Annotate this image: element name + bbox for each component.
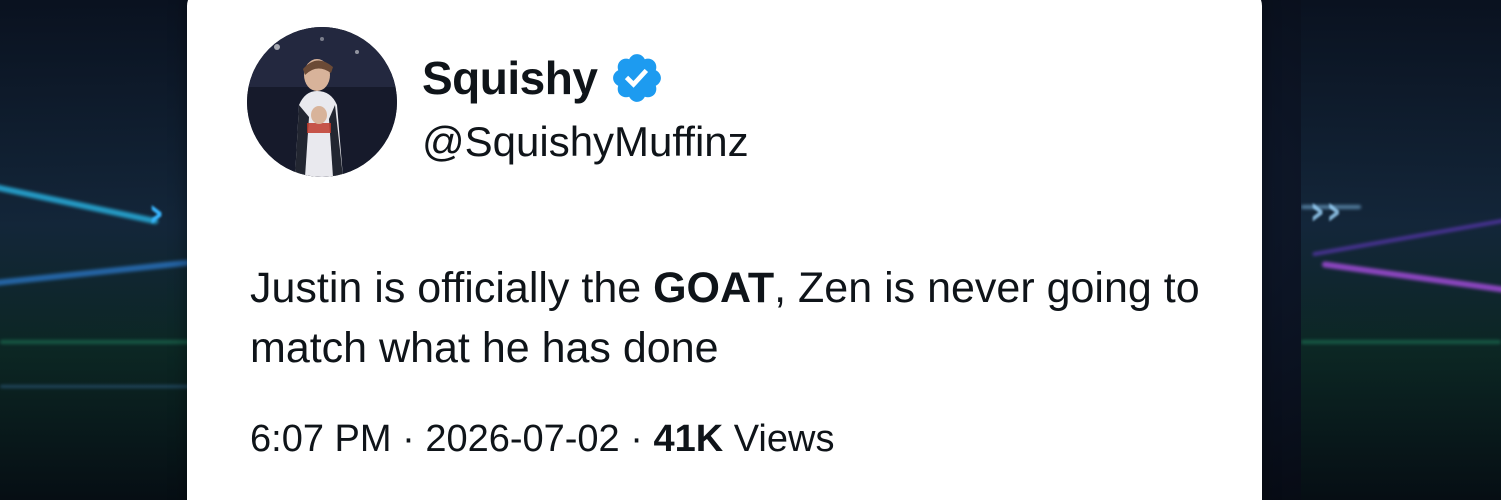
chevron-right-icon: ›› [1309,188,1342,234]
tweet-date[interactable]: 2026-07-02 [425,418,619,460]
avatar[interactable] [247,27,397,177]
views-count: 41K [653,418,724,460]
background-light-streak [0,259,190,287]
tweet-meta: 6:07 PM · 2026-07-02 · 41K Views [250,418,834,461]
user-handle[interactable]: @SquishyMuffinz [422,118,749,166]
tweet-text: Justin is officially the GOAT, Zen is ne… [250,258,1250,378]
chevron-right-icon: › [148,190,165,236]
author-name-row[interactable]: Squishy [422,48,665,108]
background-light-streak [1321,261,1501,295]
verified-badge-icon [613,54,662,102]
background-light-streak [0,340,200,344]
background-left: › [0,0,200,500]
background-light-streak [1301,340,1501,344]
tweet-text-bold: GOAT [653,264,775,312]
tweet-time[interactable]: 6:07 PM [250,418,392,460]
avatar-photo [247,27,397,177]
background-light-streak [0,181,159,225]
display-name[interactable]: Squishy [422,51,598,105]
views-label: Views [733,418,835,460]
screenshot-stage: › ›› Squishy @SquishyMuffinz Justin is o… [0,0,1501,500]
background-light-streak [0,385,200,388]
tweet-text-part1: Justin is officially the [250,264,654,312]
background-right: ›› [1301,0,1501,500]
meta-separator: · [402,418,415,460]
meta-separator: · [630,418,643,460]
